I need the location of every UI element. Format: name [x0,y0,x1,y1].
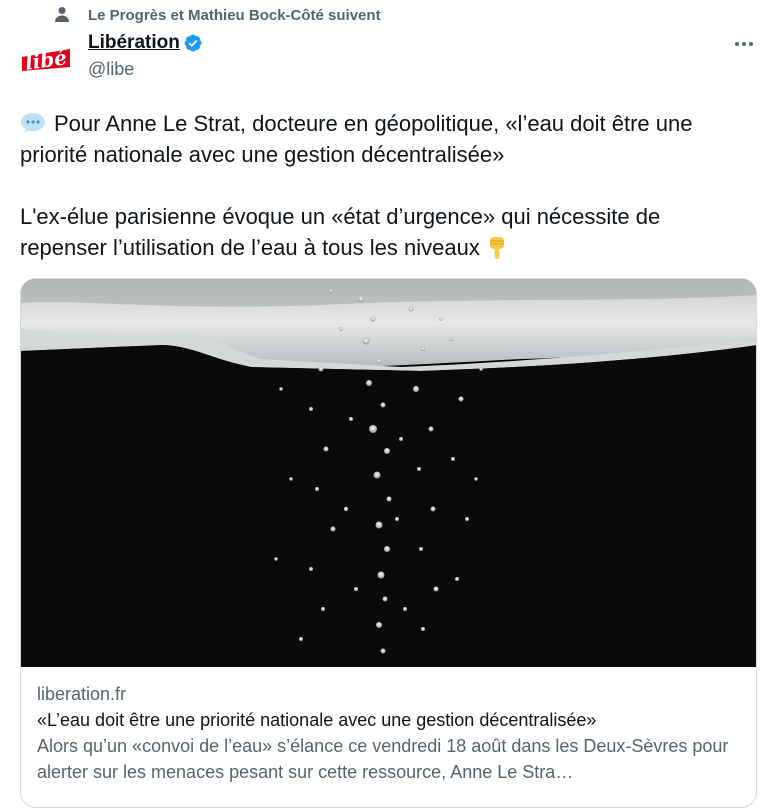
more-button[interactable] [729,30,759,58]
tweet-text: Pour Anne Le Strat, docteure en géopolit… [20,108,740,263]
link-card[interactable]: liberation.fr «L’eau doit être une prior… [20,278,757,808]
tweet-paragraph-2: L'ex-élue parisienne évoque un «état d’u… [20,201,740,263]
avatar[interactable]: libé [20,33,72,85]
tweet-paragraph-2-text: L'ex-élue parisienne évoque un «état d’u… [20,204,661,260]
more-horizontal-icon [735,42,753,46]
card-domain: liberation.fr [37,684,127,704]
liberation-logo: libé [22,45,70,75]
avatar-logo-text: libé [23,45,68,75]
speech-bubble-icon [20,111,46,133]
social-context-text: Le Progrès et Mathieu Bock-Côté suivent [88,6,381,24]
author-handle[interactable]: @libe [88,59,203,80]
card-title: «L’eau doit être une priorité nationale … [37,710,597,730]
card-meta: liberation.fr «L’eau doit être une prior… [37,681,737,785]
author-name-row: Libération [88,32,203,54]
social-context[interactable]: Le Progrès et Mathieu Bock-Côté suivent [52,4,381,26]
person-icon [52,5,72,25]
author-block: Libération @libe [88,32,203,80]
card-description: Alors qu’un «convoi de l’eau» s’élance c… [37,736,729,782]
tweet-paragraph-1-text: Pour Anne Le Strat, docteure en géopolit… [20,111,693,167]
author-name[interactable]: Libération [88,32,180,54]
card-image [21,279,756,667]
tweet-paragraph-1: Pour Anne Le Strat, docteure en géopolit… [20,108,740,170]
verified-badge-icon[interactable] [183,33,203,53]
pointing-down-icon [486,235,508,261]
